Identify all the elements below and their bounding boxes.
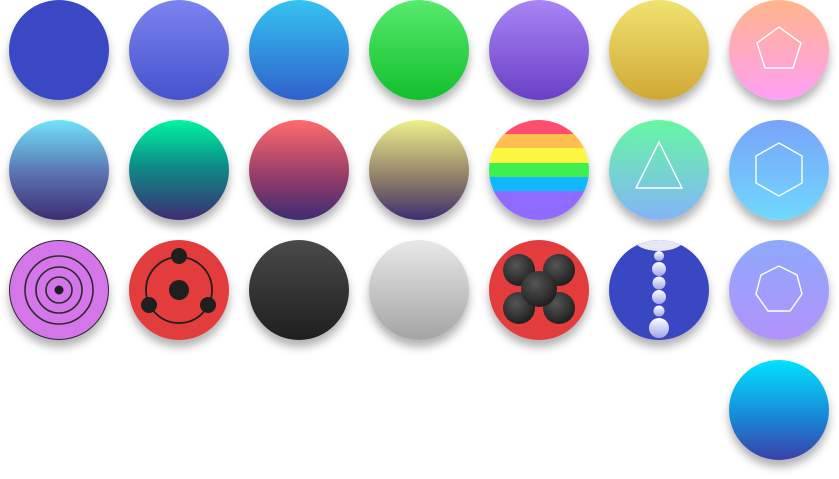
swatch-violet-gradient[interactable] [489, 0, 589, 100]
swatch-green-gradient[interactable] [369, 0, 469, 100]
swatch-mustard-gradient[interactable] [609, 0, 709, 100]
swatch-charcoal-gradient[interactable] [249, 240, 349, 340]
blob-flower-icon [503, 254, 575, 324]
swatch-ocean-gradient[interactable] [729, 360, 829, 460]
swatch-mint-blue-gradient[interactable] [609, 120, 709, 220]
swatch-icy-blue-gradient[interactable] [729, 120, 829, 220]
concentric-rings-icon [24, 255, 94, 325]
swatch-sky-blue-gradient[interactable] [249, 0, 349, 100]
swatch-silver-gradient[interactable] [369, 240, 469, 340]
swatch-cobalt-bubbles[interactable] [609, 240, 709, 340]
swatch-teal-dusk-gradient[interactable] [129, 120, 229, 220]
swatch-lemon-dusk-gradient[interactable] [369, 120, 469, 220]
swatch-red-tomoe[interactable] [129, 240, 229, 340]
swatch-peach-pink-gradient[interactable] [729, 0, 829, 100]
swatch-lilac-rings[interactable] [9, 240, 109, 340]
swatch-indigo[interactable] [9, 0, 109, 100]
pentagon-icon [756, 26, 802, 69]
color-swatch-grid [0, 0, 839, 479]
heptagon-icon [755, 265, 803, 312]
tomoe-icon [141, 248, 216, 324]
triangle-icon [634, 140, 684, 189]
swatch-coral-dusk-gradient[interactable] [249, 120, 349, 220]
swatch-rainbow-stripes[interactable] [489, 120, 589, 220]
bubbles-icon [633, 240, 685, 338]
swatch-lavender-gradient[interactable] [729, 240, 829, 340]
swatch-periwinkle-gradient[interactable] [129, 0, 229, 100]
swatch-red-blob-flower[interactable] [489, 240, 589, 340]
hexagon-icon [755, 142, 803, 197]
swatch-aqua-dusk-gradient[interactable] [9, 120, 109, 220]
